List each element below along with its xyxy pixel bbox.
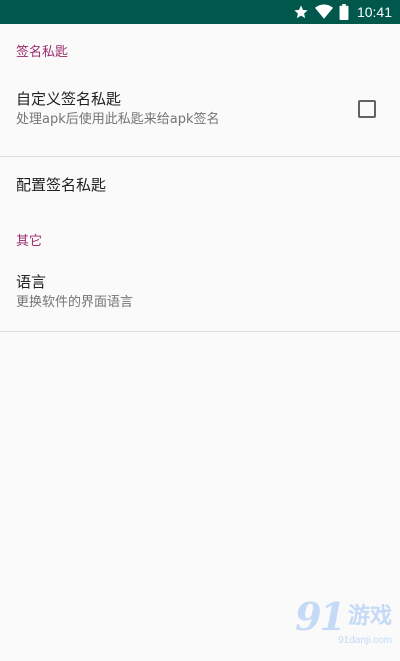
section-header-signing-key: 签名私匙 [16,44,69,60]
custom-signing-key-checkbox[interactable] [358,100,376,118]
pref-summary: 处理apk后使用此私匙来给apk签名 [16,112,220,127]
divider [0,331,400,332]
pref-title: 语言 [16,273,47,291]
pref-title: 配置签名私匙 [16,176,107,194]
star-icon [293,4,309,20]
wifi-icon [314,4,333,20]
section-header-other: 其它 [16,233,43,249]
watermark-url: 91danji.com [338,635,392,646]
status-time: 10:41 [356,4,392,20]
status-bar: 10:41 [0,0,400,24]
battery-icon [339,4,349,20]
pref-language[interactable]: 语言 更换软件的界面语言 [0,263,400,331]
watermark-brand: 游戏 [347,604,392,629]
pref-custom-signing-key[interactable]: 自定义签名私匙 处理apk后使用此私匙来给apk签名 [0,74,400,156]
pref-title: 自定义签名私匙 [16,90,122,108]
watermark-digits: 91 [295,594,346,639]
watermark-logo: 91 游戏 91danji.com [252,597,392,657]
pref-summary: 更换软件的界面语言 [16,295,134,310]
pref-configure-signing-key[interactable]: 配置签名私匙 [0,157,400,213]
